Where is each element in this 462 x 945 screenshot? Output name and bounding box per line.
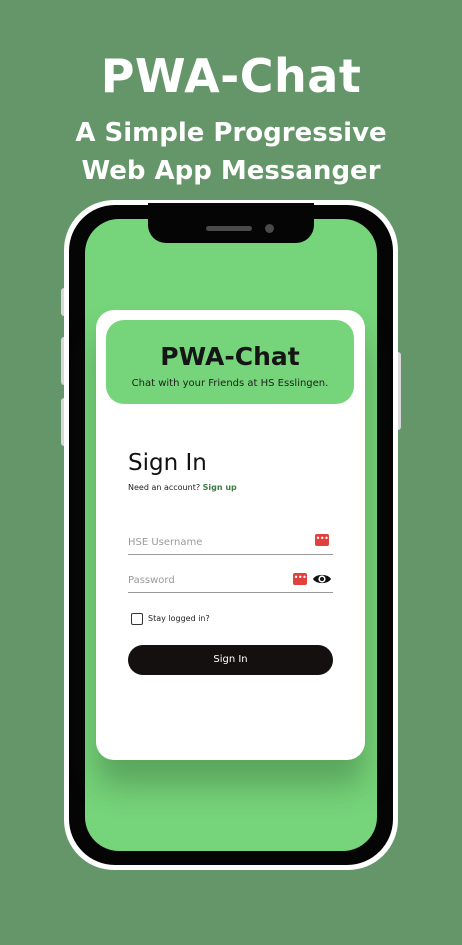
- promo-title: PWA-Chat: [100, 49, 362, 103]
- phone-notch: [148, 203, 314, 243]
- app-name: PWA-Chat: [160, 342, 300, 371]
- account-prompt-line: Need an account? Sign up: [128, 482, 237, 493]
- login-card: PWA-Chat Chat with your Friends at HS Es…: [96, 310, 365, 760]
- speaker-grille: [206, 226, 252, 231]
- card-header: PWA-Chat Chat with your Friends at HS Es…: [106, 320, 354, 404]
- signin-heading: Sign In: [128, 450, 207, 476]
- signin-button[interactable]: Sign In: [128, 645, 333, 675]
- eye-icon[interactable]: [312, 572, 332, 586]
- account-prompt-text: Need an account?: [128, 483, 201, 492]
- promo-subtitle: A Simple Progressive Web App Messanger: [75, 118, 387, 186]
- username-input[interactable]: [128, 534, 288, 550]
- stay-logged-in-checkbox[interactable]: [131, 613, 143, 625]
- password-manager-icon[interactable]: •••: [293, 573, 307, 585]
- password-field: •••: [128, 568, 333, 593]
- username-field: •••: [128, 530, 333, 555]
- front-camera: [265, 224, 274, 233]
- password-input[interactable]: [128, 572, 288, 588]
- app-tagline: Chat with your Friends at HS Esslingen.: [131, 378, 329, 389]
- stay-logged-in-label: Stay logged in?: [148, 614, 210, 623]
- password-manager-icon[interactable]: •••: [315, 534, 329, 546]
- signup-link[interactable]: Sign up: [203, 483, 237, 492]
